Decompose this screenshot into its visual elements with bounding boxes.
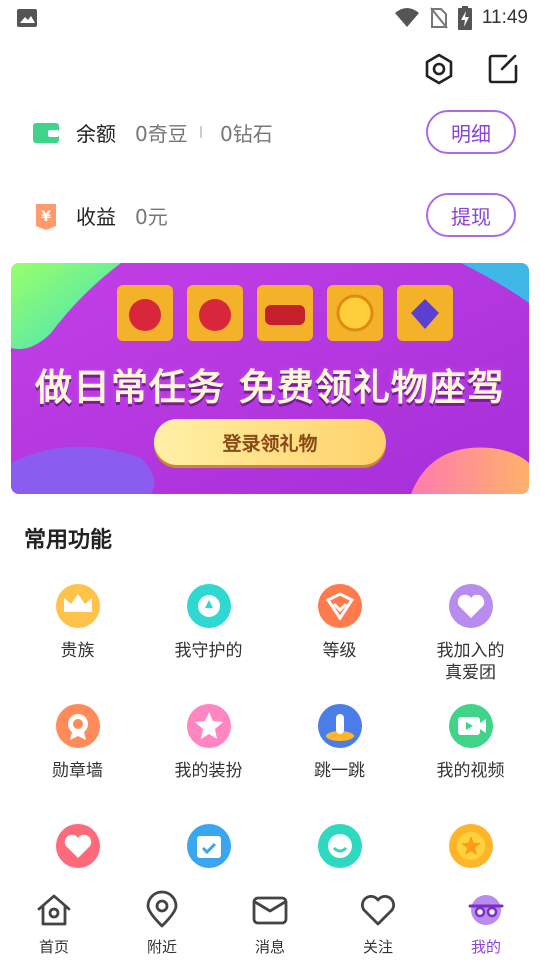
tab-messages[interactable]: 消息 <box>216 884 324 957</box>
smile-icon <box>317 824 362 868</box>
reward-items <box>117 285 453 341</box>
function-item-heart[interactable] <box>10 824 145 880</box>
home-icon <box>37 894 71 926</box>
dress-up-icon <box>186 704 231 748</box>
level-icon <box>317 584 362 628</box>
status-bar: 11:49 <box>0 0 540 36</box>
top-actions <box>422 52 520 86</box>
function-item-calendar[interactable] <box>141 824 276 880</box>
income-row: ¥ 收益 0元 提现 <box>0 185 540 245</box>
function-item-star-coin[interactable] <box>403 824 538 880</box>
section-title: 常用功能 <box>24 528 113 553</box>
guard-icon <box>186 584 231 628</box>
no-sim-icon <box>430 7 448 29</box>
details-button[interactable]: 明细 <box>426 110 516 154</box>
function-item-medal[interactable]: 勋章墙 <box>10 704 145 782</box>
video-icon <box>448 704 493 748</box>
battery-charging-icon <box>457 6 472 30</box>
star-coin-icon <box>448 824 493 868</box>
function-item-guard[interactable]: 我守护的 <box>141 584 276 662</box>
status-time: 11:49 <box>481 7 528 28</box>
tab-nearby[interactable]: 附近 <box>108 884 216 957</box>
edit-icon[interactable] <box>486 52 520 86</box>
crown-icon <box>55 584 100 628</box>
divider <box>200 126 202 138</box>
tab-messages-label: 消息 <box>254 938 285 956</box>
yuan-tag-icon: ¥ <box>36 204 56 230</box>
image-icon <box>17 9 37 27</box>
calendar-icon <box>186 824 231 868</box>
function-item-dress-up[interactable]: 我的装扮 <box>141 704 276 782</box>
function-item-label: 我的装扮 <box>174 761 243 781</box>
function-item-label: 我加入的 真爱团 <box>436 641 505 683</box>
banner-headline: 做日常任务 免费领礼物座驾 <box>35 366 505 409</box>
tab-home-label: 首页 <box>38 938 69 956</box>
beans-value: 0奇豆 <box>135 122 188 146</box>
function-item-fan-club[interactable]: 我加入的 真爱团 <box>403 584 538 684</box>
jump-icon <box>317 704 362 748</box>
function-item-label: 我的视频 <box>436 761 505 781</box>
function-item-label: 跳一跳 <box>314 761 365 781</box>
function-item-label: 我守护的 <box>174 641 243 661</box>
login-gift-button[interactable]: 登录领礼物 <box>154 419 386 465</box>
function-item-label: 等级 <box>322 641 357 661</box>
tab-follow[interactable]: 关注 <box>324 884 432 957</box>
diamonds-value: 0钻石 <box>220 122 273 146</box>
tab-home[interactable]: 首页 <box>0 884 108 957</box>
balance-row: 余额 0奇豆 0钻石 明细 <box>0 102 540 162</box>
wallet-icon <box>33 123 59 143</box>
income-label: 收益 <box>76 205 116 229</box>
function-item-level[interactable]: 等级 <box>272 584 407 662</box>
medal-icon <box>55 704 100 748</box>
promo-banner[interactable]: 做日常任务 免费领礼物座驾 登录领礼物 <box>11 263 529 494</box>
balance-label: 余额 <box>76 122 116 146</box>
tab-mine[interactable]: 我的 <box>432 884 540 957</box>
tab-follow-label: 关注 <box>362 938 393 956</box>
message-icon <box>252 896 288 925</box>
tab-mine-label: 我的 <box>470 938 501 956</box>
wifi-icon <box>394 8 419 27</box>
svg-text:¥: ¥ <box>41 209 51 225</box>
heart-outline-icon <box>361 895 395 926</box>
profile-face-icon <box>468 895 504 925</box>
function-item-smile[interactable] <box>272 824 407 880</box>
withdraw-button[interactable]: 提现 <box>426 193 516 237</box>
function-item-crown[interactable]: 贵族 <box>10 584 145 662</box>
function-item-jump[interactable]: 跳一跳 <box>272 704 407 782</box>
function-item-video[interactable]: 我的视频 <box>403 704 538 782</box>
heart-icon <box>55 824 100 868</box>
bottom-tab-bar: 首页 附近 消息 关注 我的 <box>0 884 540 960</box>
income-value: 0元 <box>135 205 168 229</box>
location-icon <box>146 890 178 928</box>
function-item-label: 贵族 <box>60 641 95 661</box>
hexagon-settings-icon[interactable] <box>422 52 456 86</box>
fan-club-icon <box>448 584 493 628</box>
function-item-label: 勋章墙 <box>52 761 103 781</box>
tab-nearby-label: 附近 <box>146 938 177 956</box>
